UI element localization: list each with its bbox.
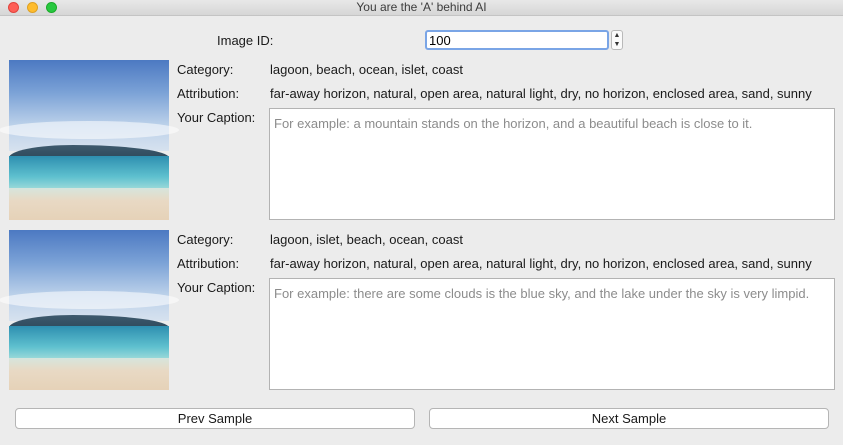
prev-sample-button[interactable]: Prev Sample [15, 408, 415, 429]
attribution-label-2: Attribution: [177, 256, 240, 271]
title-bar: You are the 'A' behind AI [0, 0, 843, 16]
attribution-value-1: far-away horizon, natural, open area, na… [270, 86, 812, 101]
category-label-1: Category: [177, 62, 234, 77]
next-sample-button[interactable]: Next Sample [429, 408, 829, 429]
window-title: You are the 'A' behind AI [356, 0, 487, 14]
sample-image-1 [0, 60, 179, 220]
category-label-2: Category: [177, 232, 234, 247]
image-id-label: Image ID: [217, 33, 274, 48]
image-id-input[interactable] [425, 30, 609, 50]
category-value-2: lagoon, islet, beach, ocean, coast [270, 232, 463, 247]
category-value-1: lagoon, beach, ocean, islet, coast [270, 62, 463, 77]
attribution-value-2: far-away horizon, natural, open area, na… [270, 256, 812, 271]
image-id-spinner[interactable]: ▲ ▼ [611, 30, 623, 50]
spinner-down-icon[interactable]: ▼ [612, 40, 622, 49]
caption-label-1: Your Caption: [177, 110, 256, 125]
attribution-label-1: Attribution: [177, 86, 240, 101]
spinner-up-icon[interactable]: ▲ [612, 31, 622, 40]
caption-input-1[interactable] [269, 108, 835, 220]
caption-input-2[interactable] [269, 278, 835, 390]
caption-label-2: Your Caption: [177, 280, 256, 295]
sample-image-2 [0, 230, 179, 390]
